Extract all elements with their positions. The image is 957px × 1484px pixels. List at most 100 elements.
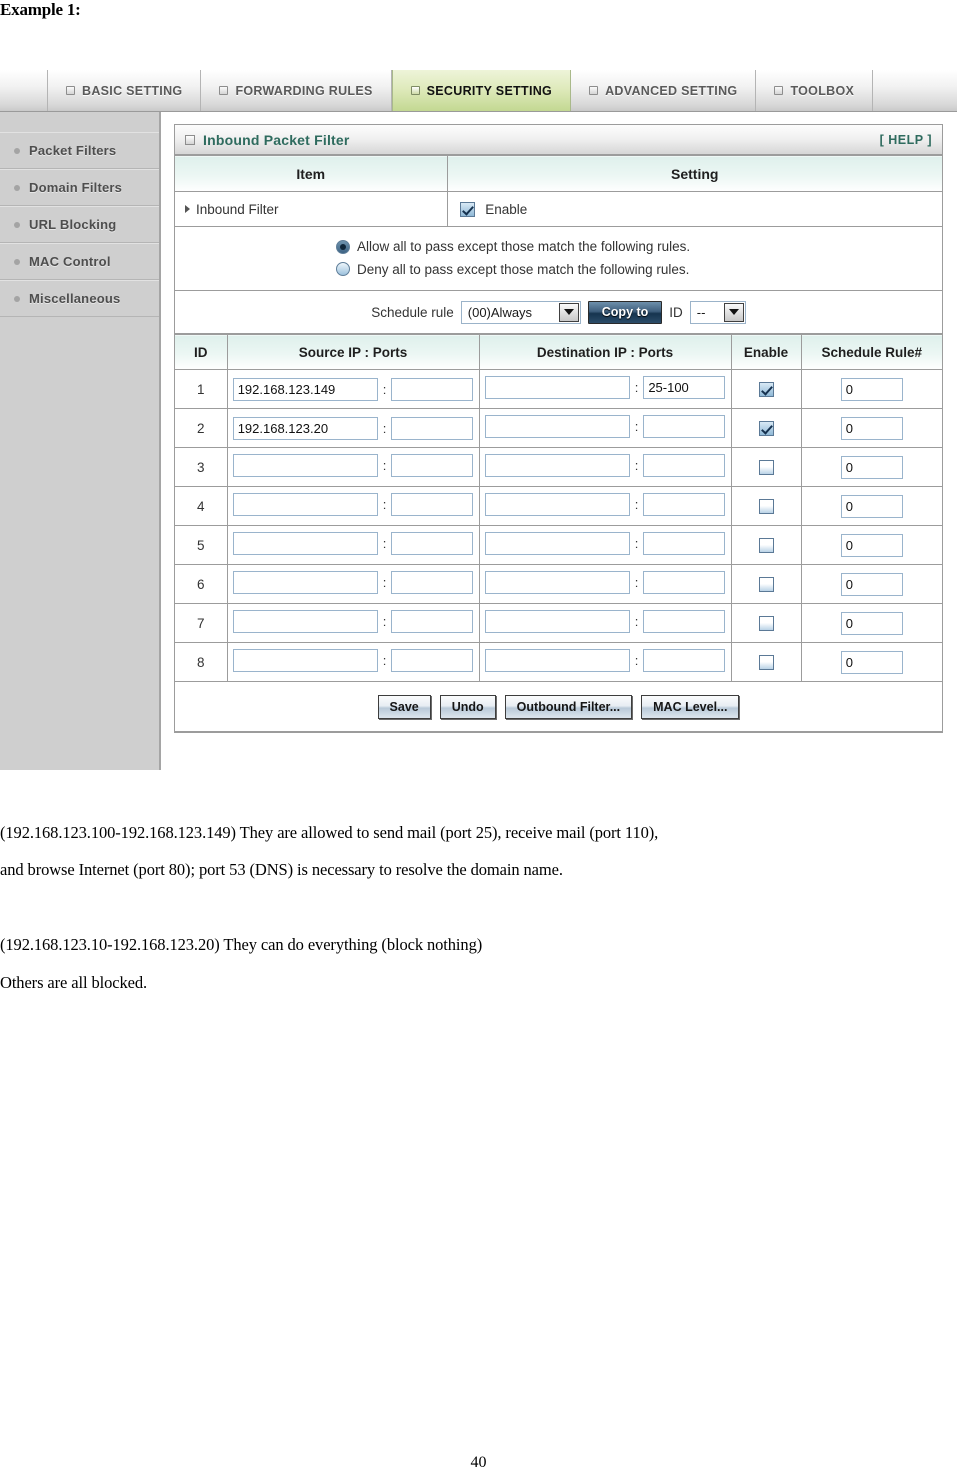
schedule-id-value: -- (696, 304, 706, 320)
inbound-filter-label: Inbound Filter (196, 201, 279, 217)
rule-schedule-input[interactable]: 0 (840, 611, 903, 635)
tab-basic-setting[interactable]: BASIC SETTING (48, 70, 202, 111)
rule-schedule-input[interactable]: 0 (840, 455, 903, 479)
source-port-input[interactable] (391, 454, 474, 477)
source-port-input[interactable] (391, 610, 474, 633)
destination-ip-input[interactable] (484, 610, 630, 633)
destination-port-input[interactable]: 25-100 (643, 376, 726, 399)
table-row: 3:: 0 (175, 447, 942, 487)
source-port-input[interactable] (391, 532, 474, 555)
source-ip-input[interactable]: 192.168.123.20 (232, 416, 378, 440)
colon-separator: : (634, 653, 639, 668)
source-ip-input[interactable] (232, 532, 378, 555)
schedule-rule-select[interactable]: (00)Always (460, 300, 581, 324)
rule-schedule-input[interactable]: 0 (840, 572, 903, 596)
outbound-filter-button[interactable]: Outbound Filter... (504, 694, 633, 719)
tab-toolbox[interactable]: TOOLBOX (756, 70, 874, 111)
rule-enable-checkbox[interactable] (758, 615, 774, 631)
mac-level-button[interactable]: MAC Level... (641, 694, 740, 719)
chevron-down-icon[interactable] (558, 302, 579, 322)
help-link[interactable]: [ HELP ] (880, 133, 932, 147)
sidebar-item-url-blocking[interactable]: URL Blocking (0, 206, 159, 243)
sidebar-item-miscellaneous[interactable]: Miscellaneous (0, 280, 159, 317)
destination-port-input[interactable] (643, 415, 726, 438)
inbound-filter-setting-cell: Enable (447, 191, 942, 227)
source-ip-input[interactable]: 192.168.123.149 (232, 377, 378, 401)
source-port-input[interactable] (391, 493, 474, 516)
rule-enable-checkbox[interactable] (758, 537, 774, 553)
source-cell: : (227, 486, 480, 526)
sidebar-item-packet-filters[interactable]: Packet Filters (0, 132, 159, 169)
rule-enable-checkbox[interactable] (758, 576, 774, 592)
destination-ip-input[interactable] (484, 376, 630, 399)
source-group: : (232, 649, 474, 672)
source-ip-input[interactable] (232, 610, 378, 633)
rule-enable-cell (731, 486, 802, 526)
rule-enable-checkbox[interactable] (758, 420, 774, 436)
rule-schedule-input[interactable]: 0 (840, 377, 903, 401)
source-ip-input[interactable] (232, 571, 378, 594)
source-port-input[interactable] (391, 416, 474, 440)
colon-separator: : (382, 614, 387, 629)
tab-security-setting[interactable]: SECURITY SETTING (391, 70, 572, 111)
inbound-filter-enable-checkbox[interactable] (459, 201, 475, 217)
colon-separator: : (634, 575, 639, 590)
policy-option-allow[interactable]: Allow all to pass except those match the… (336, 236, 781, 257)
source-ip-input[interactable] (232, 454, 378, 477)
table-row: 7:: 0 (175, 603, 942, 643)
destination-ip-input[interactable] (484, 532, 630, 555)
colon-separator: : (634, 497, 639, 512)
destination-ip-input[interactable] (484, 454, 630, 477)
sidebar-item-label: Miscellaneous (29, 291, 121, 306)
destination-port-input[interactable] (643, 532, 726, 555)
undo-button[interactable]: Undo (439, 694, 496, 719)
rules-column-header-2: Destination IP : Ports (479, 334, 732, 370)
rule-enable-checkbox[interactable] (758, 459, 774, 475)
radio-allow-icon[interactable] (336, 239, 350, 254)
sidebar-item-domain-filters[interactable]: Domain Filters (0, 169, 159, 206)
rule-schedule-input[interactable]: 0 (840, 650, 903, 674)
save-button[interactable]: Save (377, 694, 431, 719)
tab-advanced-setting[interactable]: ADVANCED SETTING (571, 70, 757, 111)
rule-schedule-input[interactable]: 0 (840, 494, 903, 518)
destination-ip-input[interactable] (484, 571, 630, 594)
radio-deny-icon[interactable] (336, 262, 350, 276)
destination-ip-input[interactable] (484, 649, 630, 672)
destination-port-input[interactable] (643, 571, 726, 594)
rule-schedule-cell: 0 (801, 408, 942, 448)
schedule-id-select[interactable]: -- (689, 300, 746, 324)
chevron-down-icon-2[interactable] (723, 302, 744, 322)
action-buttons-row: Save Undo Outbound Filter... MAC Level... (175, 681, 942, 732)
rule-enable-checkbox[interactable] (758, 654, 774, 670)
tab-label: BASIC SETTING (82, 83, 183, 98)
source-group: : (232, 571, 474, 594)
table-row: 1 192.168.123.149::25-100 0 (175, 369, 942, 409)
paragraph-1: (192.168.123.100-192.168.123.149) They a… (0, 823, 659, 842)
destination-port-input[interactable] (643, 649, 726, 672)
source-port-input[interactable] (391, 377, 474, 401)
sidebar-item-mac-control[interactable]: MAC Control (0, 243, 159, 280)
source-ip-input[interactable] (232, 493, 378, 516)
rule-schedule-input[interactable]: 0 (840, 416, 903, 440)
source-cell: : (227, 603, 480, 643)
top-navigation-tabs: BASIC SETTING FORWARDING RULES SECURITY SE… (0, 70, 957, 112)
destination-ip-input[interactable] (484, 415, 630, 438)
destination-port-input[interactable] (643, 610, 726, 633)
source-cell: : (227, 564, 480, 604)
copy-to-button[interactable]: Copy to (587, 300, 663, 324)
rule-enable-checkbox[interactable] (758, 381, 774, 397)
policy-option-deny[interactable]: Deny all to pass except those match the … (336, 259, 781, 280)
rule-schedule-cell: 0 (801, 447, 942, 487)
source-port-input[interactable] (391, 571, 474, 594)
rule-enable-checkbox[interactable] (758, 498, 774, 514)
destination-ip-input[interactable] (484, 493, 630, 516)
tab-forwarding-rules[interactable]: FORWARDING RULES (201, 70, 392, 111)
source-ip-input[interactable] (232, 649, 378, 672)
rule-schedule-input[interactable]: 0 (840, 533, 903, 557)
colon-separator: : (382, 458, 387, 473)
filter-rules-table: ID Source IP : Ports Destination IP : Port… (175, 334, 942, 732)
rule-schedule-cell: 0 (801, 564, 942, 604)
destination-port-input[interactable] (643, 454, 726, 477)
destination-port-input[interactable] (643, 493, 726, 516)
source-port-input[interactable] (391, 649, 474, 672)
